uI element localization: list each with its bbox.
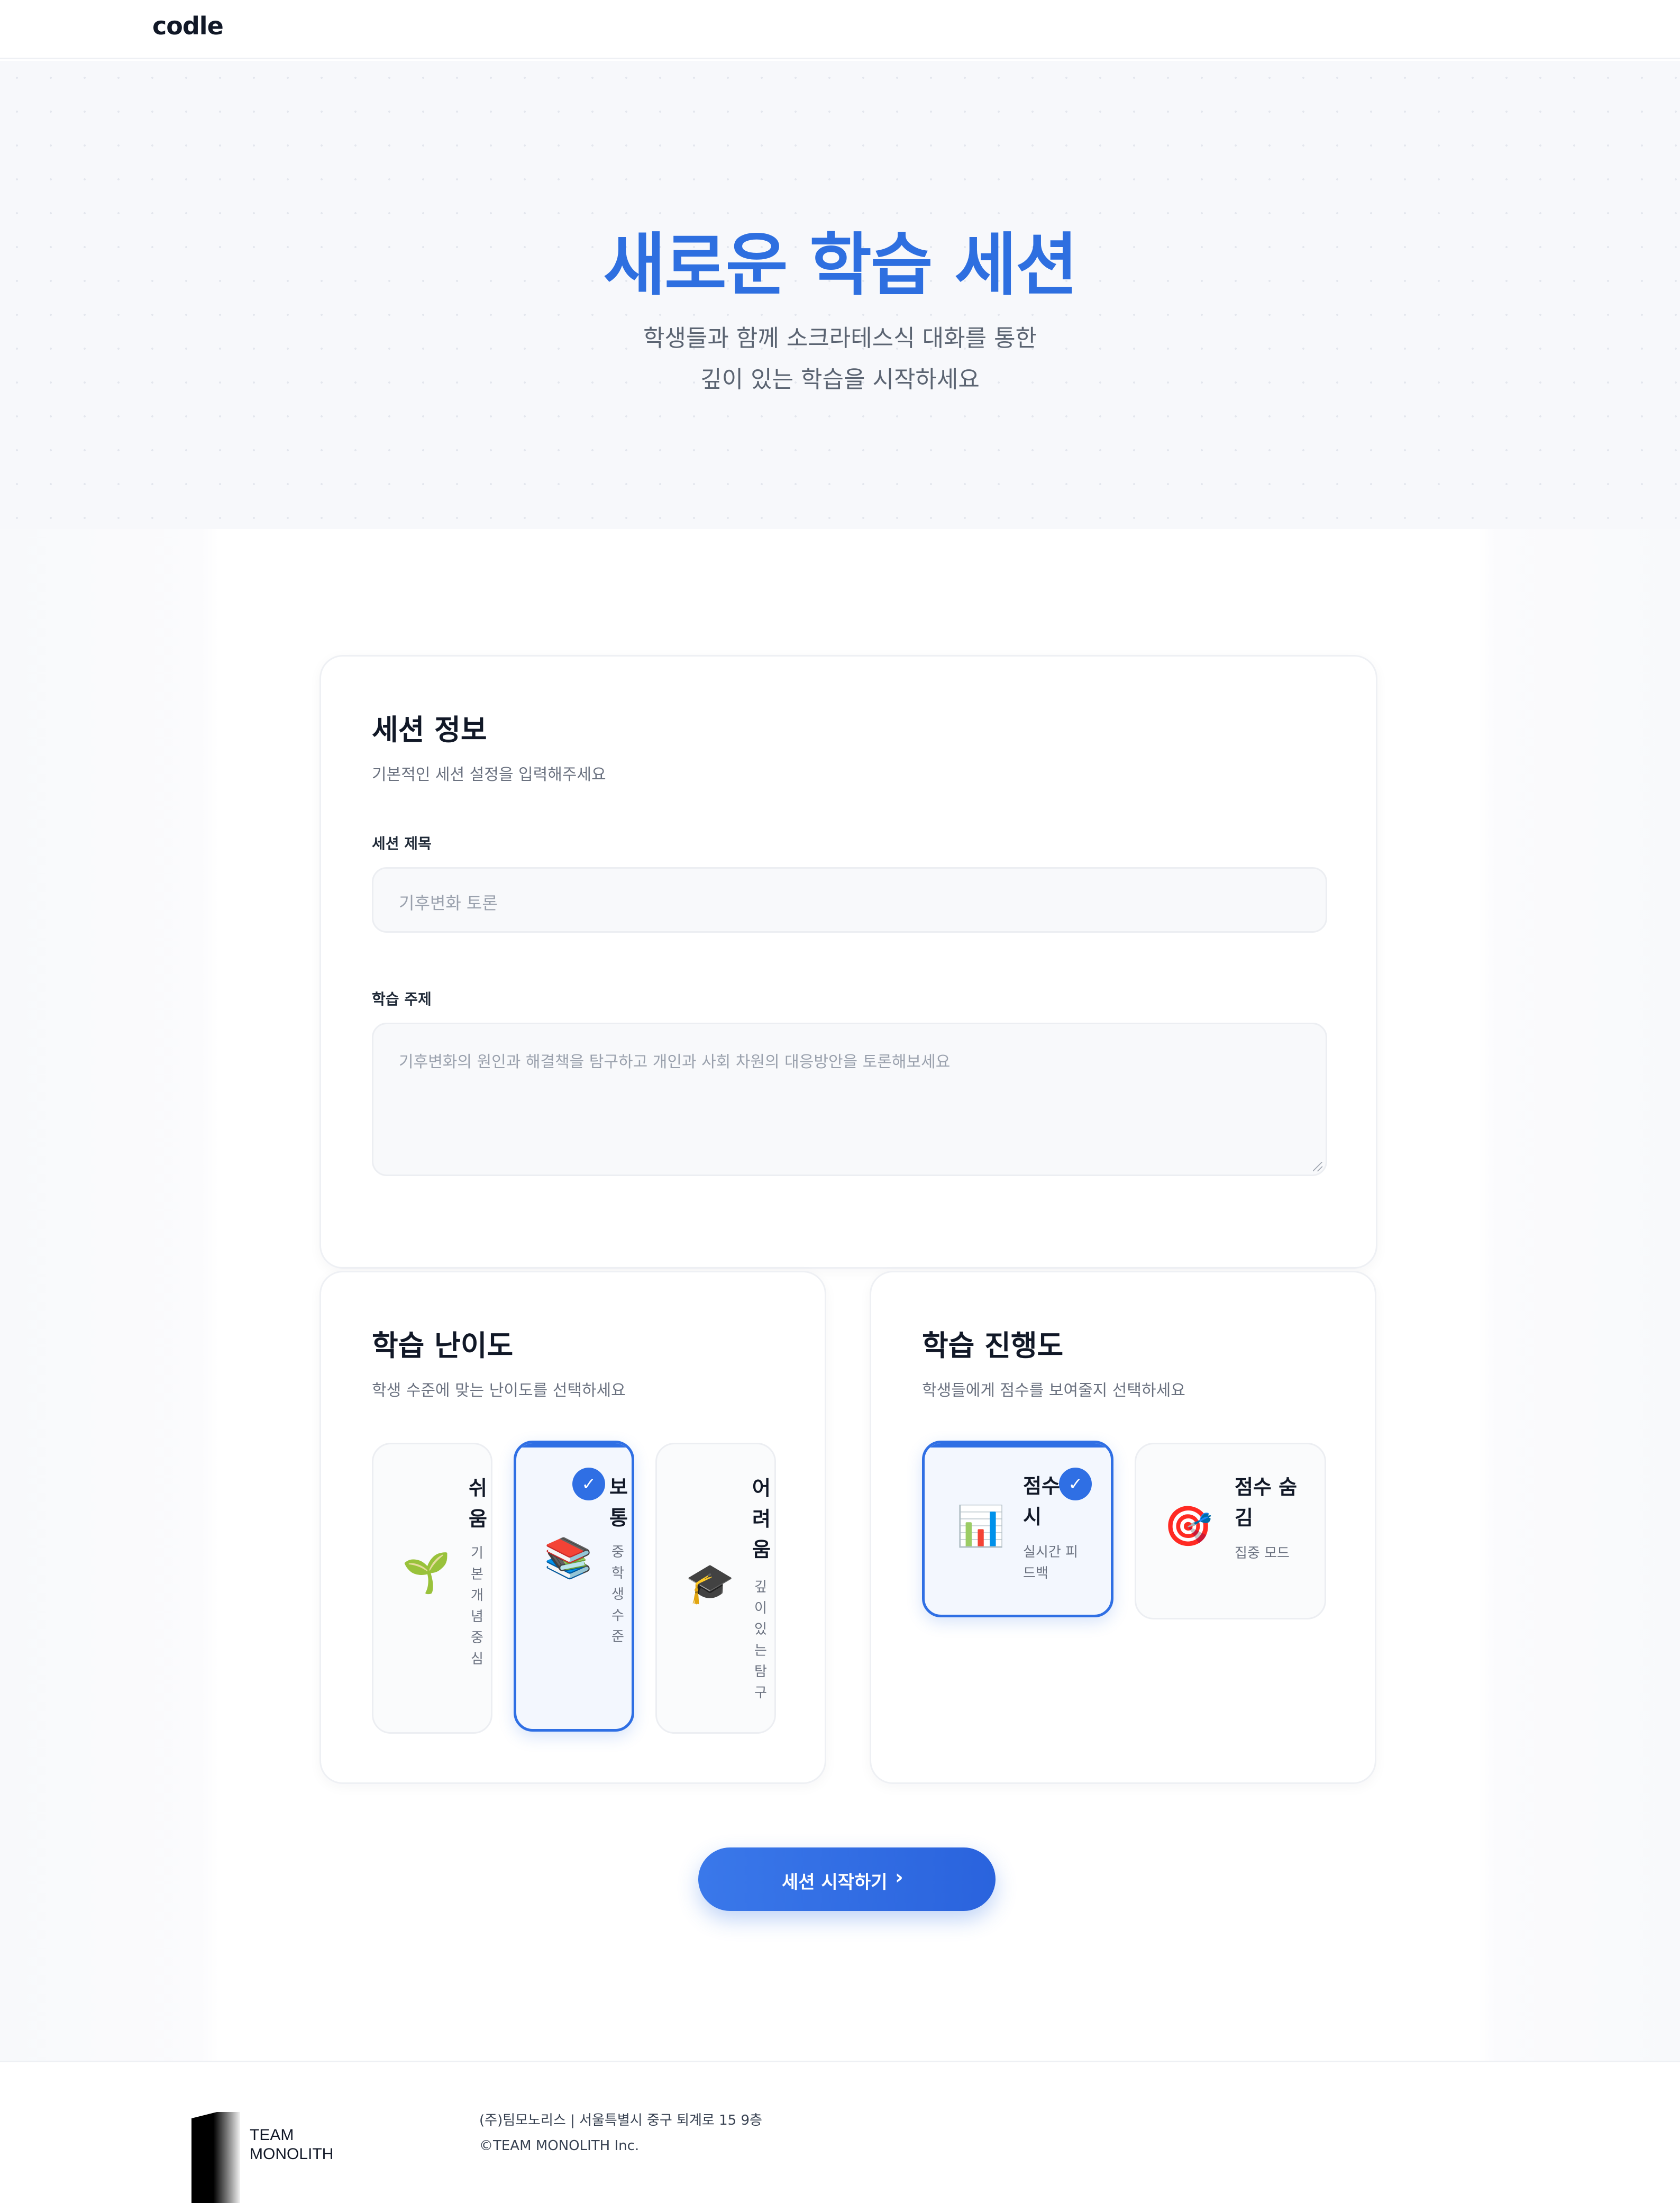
page-subtitle: 학생들과 함께 소크라테스식 대화를 통한 깊이 있는 학습을 시작하세요 <box>0 318 1680 400</box>
codle-logo[interactable]: codle <box>152 12 224 40</box>
session-title-label: 세션 제목 <box>372 835 432 852</box>
progress-description: 학생들에게 점수를 보여줄지 선택하세요 <box>922 1381 1185 1400</box>
option-description: 깊이있는탐구 <box>754 1579 767 1701</box>
brand-line-2: MONOLITH <box>250 2145 334 2163</box>
progress-option-show-score[interactable]: 📊 점수 시 실시간 피드백 ✓ <box>922 1441 1113 1617</box>
company-info: (주)팀모노리스 | 서울특별시 중구 퇴계로 15 9층 <box>479 2113 762 2128</box>
difficulty-option-normal[interactable]: 📚 보통 중학생수준 ✓ <box>514 1441 634 1732</box>
difficulty-card: 학습 난이도 학생 수준에 맞는 난이도를 선택하세요 🌱 쉬움 기본개념중심 … <box>319 1271 826 1784</box>
footer: TEAM MONOLITH (주)팀모노리스 | 서울특별시 중구 퇴계로 15… <box>0 2061 1680 2203</box>
session-info-title: 세션 정보 <box>372 713 487 747</box>
selected-check-icon: ✓ <box>1059 1468 1092 1500</box>
subtitle-line-2: 깊이 있는 학습을 시작하세요 <box>700 366 980 393</box>
difficulty-description: 학생 수준에 맞는 난이도를 선택하세요 <box>372 1381 626 1400</box>
option-description: 집중 모드 <box>1235 1545 1290 1561</box>
chevron-right-icon: › <box>895 1865 903 1889</box>
option-description: 실시간 피드백 <box>1023 1544 1078 1581</box>
resize-handle-icon[interactable] <box>1313 1162 1322 1171</box>
progress-card: 학습 진행도 학생들에게 점수를 보여줄지 선택하세요 📊 점수 시 실시간 피… <box>870 1271 1376 1784</box>
session-info-description: 기본적인 세션 설정을 입력해주세요 <box>372 766 606 784</box>
difficulty-option-hard[interactable]: 🎓 어려움 깊이있는탐구 <box>655 1443 776 1734</box>
books-icon: 📚 <box>544 1535 593 1581</box>
topic-textarea[interactable]: 기후변화의 원인과 해결책을 탐구하고 개인과 사회 차원의 대응방안을 토론해… <box>372 1023 1327 1176</box>
footer-info: (주)팀모노리스 | 서울특별시 중구 퇴계로 15 9층 ©TEAM MONO… <box>479 2108 762 2159</box>
option-description: 중학생수준 <box>611 1544 624 1645</box>
top-bar: codle <box>0 0 1680 59</box>
difficulty-option-easy[interactable]: 🌱 쉬움 기본개념중심 <box>372 1443 492 1734</box>
progress-title: 학습 진행도 <box>922 1329 1064 1362</box>
seedling-icon: 🌱 <box>402 1550 451 1596</box>
option-label: 보통 <box>609 1476 628 1530</box>
difficulty-title: 학습 난이도 <box>372 1329 514 1362</box>
session-title-input[interactable]: 기후변화 토론 <box>372 867 1327 933</box>
selected-check-icon: ✓ <box>572 1468 605 1500</box>
session-title-placeholder: 기후변화 토론 <box>399 893 498 913</box>
hero-section: 새로운 학습 세션 학생들과 함께 소크라테스식 대화를 통한 깊이 있는 학습… <box>0 61 1680 529</box>
start-session-label: 세션 시작하기 <box>782 1872 888 1893</box>
session-info-card: 세션 정보 기본적인 세션 설정을 입력해주세요 세션 제목 기후변화 토론 학… <box>319 655 1377 1269</box>
target-icon: 🎯 <box>1164 1504 1213 1549</box>
option-label: 점수 숨김 <box>1235 1476 1298 1530</box>
copyright: ©TEAM MONOLITH Inc. <box>479 2138 640 2154</box>
topic-label: 학습 주제 <box>372 990 432 1008</box>
option-description: 기본개념중심 <box>471 1545 483 1667</box>
option-label: 쉬움 <box>469 1477 487 1531</box>
subtitle-line-1: 학생들과 함께 소크라테스식 대화를 통한 <box>643 325 1037 352</box>
brand-line-1: TEAM <box>250 2126 294 2144</box>
progress-option-hide-score[interactable]: 🎯 점수 숨김 집중 모드 <box>1135 1443 1326 1619</box>
monolith-wordmark: TEAM MONOLITH <box>250 2126 333 2164</box>
graduation-cap-icon: 🎓 <box>686 1561 735 1606</box>
bar-chart-icon: 📊 <box>956 1504 1006 1549</box>
monolith-logo-icon <box>191 2112 240 2203</box>
option-label: 어려움 <box>752 1477 771 1561</box>
topic-placeholder: 기후변화의 원인과 해결책을 탐구하고 개인과 사회 차원의 대응방안을 토론해… <box>399 1053 951 1071</box>
page-title: 새로운 학습 세션 <box>603 226 1078 305</box>
start-session-button[interactable]: 세션 시작하기 › <box>698 1847 996 1911</box>
